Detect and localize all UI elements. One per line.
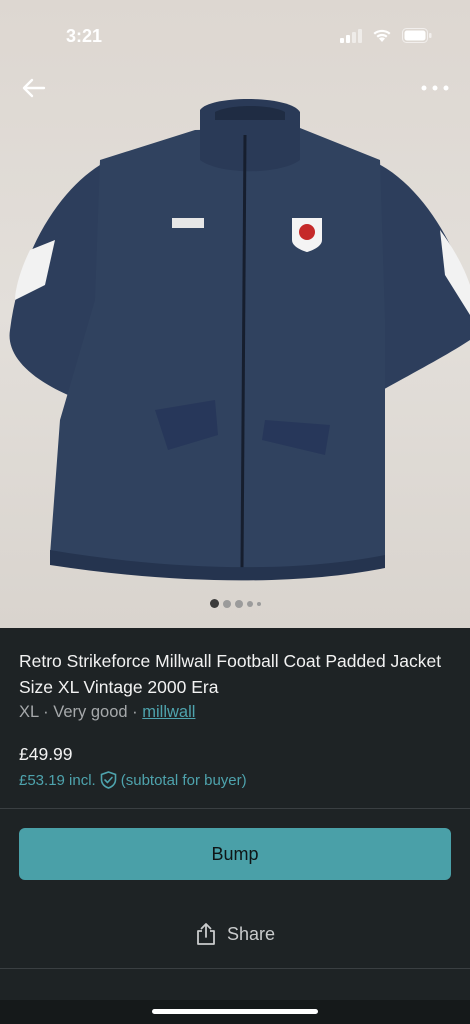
listing-title: Retro Strikeforce Millwall Football Coat… [19, 651, 442, 697]
bump-button[interactable]: Bump [19, 828, 451, 880]
listing-price: £49.99 [19, 744, 73, 764]
signal-icon [340, 28, 362, 43]
product-photo[interactable]: 3:21 [0, 0, 470, 628]
divider [0, 968, 470, 969]
listing-meta: XL · Very good · millwall [19, 703, 451, 722]
more-options-icon[interactable] [418, 76, 452, 100]
brand-link[interactable]: millwall [142, 703, 195, 721]
status-bar: 3:21 [0, 0, 470, 70]
status-time: 3:21 [66, 26, 103, 46]
share-icon [197, 923, 215, 945]
buyer-protection-price[interactable]: £53.19 incl. (subtotal for buyer) [19, 771, 451, 789]
pager-dot[interactable] [209, 599, 219, 608]
pager-dot[interactable] [222, 599, 231, 608]
jacket-image [9, 98, 470, 581]
battery-icon [402, 28, 432, 43]
back-arrow-icon[interactable] [20, 74, 48, 102]
wifi-icon [373, 29, 391, 42]
pager-dot[interactable] [246, 600, 253, 607]
meta-separator: · [43, 703, 49, 721]
listing-condition: Very good [53, 703, 128, 721]
share-button[interactable]: Share [0, 914, 470, 954]
image-pager[interactable] [0, 599, 470, 608]
home-indicator[interactable] [152, 1009, 318, 1014]
meta-separator: · [132, 703, 138, 721]
listing-details: Retro Strikeforce Millwall Football Coat… [0, 628, 470, 808]
pager-dot[interactable] [234, 599, 243, 608]
shield-check-icon [100, 771, 117, 789]
status-icons [340, 28, 432, 43]
pager-dot[interactable] [256, 601, 261, 606]
price-incl: £53.19 incl. [19, 771, 96, 789]
listing-size: XL [19, 703, 39, 721]
subtotal-note: (subtotal for buyer) [120, 771, 247, 789]
share-label: Share [226, 923, 276, 944]
divider [0, 808, 470, 809]
